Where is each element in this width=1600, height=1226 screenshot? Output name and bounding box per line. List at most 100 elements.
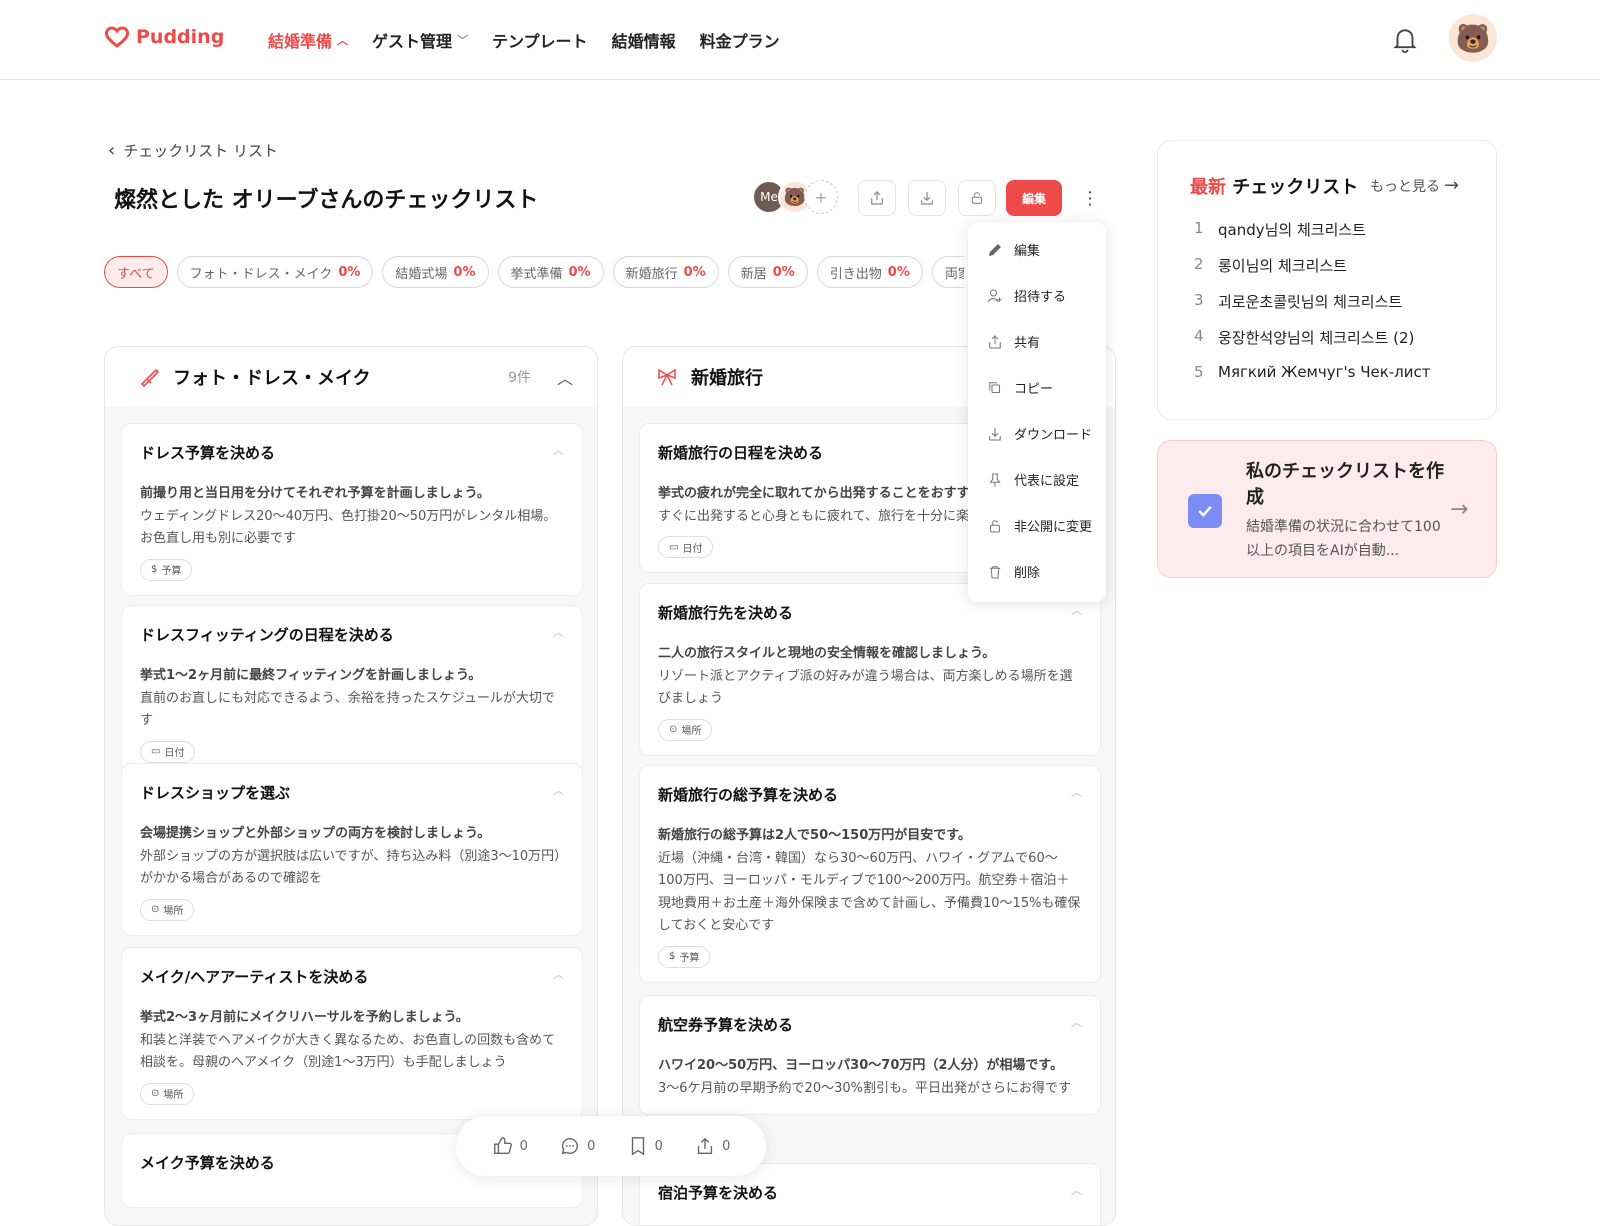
create-checklist-card[interactable]: 私のチェックリストを作成 結婚準備の状況に合わせて100以上の項目をAIが自動.… (1157, 440, 1497, 578)
page-title: 燦然とした オリーブさんのチェックリスト (114, 188, 539, 213)
add-member-button[interactable]: + (804, 180, 838, 214)
chip-label: 両家顔合わせ (944, 266, 964, 282)
checklist-card[interactable]: 航空券予算を決める ︿ ハワイ20～50万円、ヨーロッパ30～70万円（2人分）が… (639, 995, 1101, 1115)
create-card-title: 私のチェックリストを作成 (1246, 461, 1444, 508)
nav-label: テンプレート (492, 32, 588, 51)
bell-icon[interactable] (1390, 24, 1420, 54)
nav-pricing[interactable]: 料金プラン (700, 28, 780, 52)
chevron-up-icon[interactable]: ︿ (1071, 1014, 1082, 1035)
filter-chip[interactable]: 挙式準備 0% (497, 256, 604, 288)
tag-location[interactable]: ⊙ 場所 (140, 1082, 195, 1105)
bookmark-button[interactable]: 0 (627, 1135, 663, 1157)
checklist-name: 웅장한석양님의 체크리스트 (2) (1218, 329, 1415, 347)
tag-location[interactable]: ⊙ 場所 (140, 898, 195, 921)
card-title: ドレスショップを選ぶ (140, 784, 291, 802)
trash-icon (989, 565, 1001, 579)
filter-chip[interactable]: 引き出物 0% (816, 256, 923, 288)
menu-item-copy[interactable]: コピー (986, 378, 1053, 397)
checklist-card[interactable]: ドレス予算を決める ︿ 前撮り用と当日用を分けてそれぞれ予算を計画しましょう。 ウェ… (121, 423, 583, 596)
latest-item[interactable]: 4 웅장한석양님의 체크리스트 (2) (1194, 327, 1414, 348)
tag-date[interactable]: ▭ 日付 (658, 536, 714, 558)
tag-location[interactable]: ⊙ 場所 (658, 718, 713, 741)
menu-item-edit[interactable]: 編集 (986, 240, 1040, 259)
breadcrumb[interactable]: ‹ チェックリスト リスト (108, 140, 278, 161)
card-title: ドレス予算を決める (140, 444, 276, 462)
comment-icon (561, 1137, 579, 1155)
see-more-link[interactable]: もっと見る → (1370, 175, 1459, 196)
more-options-icon[interactable]: ⋮ (1080, 184, 1100, 212)
ribbon-icon (658, 368, 676, 386)
tag-label: 場所 (681, 726, 702, 737)
like-count: 0 (519, 1138, 528, 1154)
card-lead: 前撮り用と当日用を分けてそれぞれ予算を計画しましょう。 (140, 486, 490, 501)
heart-logo-icon (104, 26, 130, 48)
share-count: 0 (722, 1138, 731, 1154)
checklist-card[interactable]: 新婚旅行先を決める ︿ 二人の旅行スタイルと現地の安全情報を確認しましょう。 リゾー… (639, 583, 1101, 756)
see-more-label: もっと見る (1370, 178, 1440, 195)
menu-item-set-representative[interactable]: 代表に設定 (986, 470, 1079, 489)
latest-item[interactable]: 3 괴로운초콜릿님의 체크리스트 (1194, 291, 1402, 312)
comment-button[interactable]: 0 (559, 1135, 595, 1157)
chip-label: 引き出物 (829, 266, 882, 282)
nav-wedding-info[interactable]: 結婚情報 (612, 28, 676, 52)
calendar-icon: ▭ (669, 541, 679, 553)
filter-chip[interactable]: 両家顔合わせ (931, 256, 964, 288)
checklist-card[interactable]: ドレスフィッティングの日程を決める ︿ 挙式1～2ヶ月前に最終フィッティングを計画… (121, 605, 583, 778)
rank-number: 1 (1194, 219, 1204, 237)
lock-button[interactable] (958, 180, 996, 216)
checklist-card[interactable]: 新婚旅行の総予算を決める ︿ 新婚旅行の総予算は2人で50～150万円が目安です。… (639, 765, 1101, 983)
checklist-card[interactable]: メイク/ヘアアーティストを決める ︿ 挙式2～3ヶ月前にメイクリハーサルを予約しま… (121, 947, 583, 1120)
filter-chip-all[interactable]: すべて (104, 256, 168, 288)
like-button[interactable]: 0 (492, 1135, 528, 1157)
nav-wedding-prep[interactable]: 結婚準備 ︿ (268, 28, 348, 52)
chip-label: すべて (117, 266, 155, 282)
dollar-icon: $ (151, 564, 158, 575)
chevron-up-icon[interactable]: ︿ (553, 782, 564, 803)
tag-label: 予算 (161, 566, 182, 577)
tag-label: 場所 (163, 906, 184, 917)
tag-budget[interactable]: $ 予算 (140, 558, 193, 581)
share-count-button[interactable]: 0 (694, 1135, 730, 1157)
latest-item[interactable]: 1 qandy님의 체크리스트 (1194, 219, 1366, 240)
chevron-up-icon[interactable]: ︿ (553, 624, 564, 645)
checklist-name: Мягкий Жемчуг's Чек-лист (1218, 363, 1431, 381)
filter-chip[interactable]: 新婚旅行 0% (612, 256, 719, 288)
menu-item-download[interactable]: ダウンロード (986, 424, 1092, 443)
filter-chip[interactable]: 新居 0% (727, 256, 808, 288)
logo[interactable]: Pudding (104, 26, 224, 48)
nav-label: 結婚情報 (611, 32, 676, 51)
tag-date[interactable]: ▭ 日付 (140, 740, 196, 763)
chevron-up-icon[interactable]: ︿ (1071, 784, 1082, 805)
chevron-up-icon[interactable]: ︿ (1071, 602, 1082, 623)
edit-button[interactable]: 編集 (1006, 180, 1062, 216)
panel-title: 最新 チェックリスト (1190, 173, 1358, 199)
share-icon (989, 334, 1001, 349)
chevron-up-icon[interactable]: ︿ (553, 442, 564, 463)
checklist-name: qandy님의 체크리스트 (1218, 221, 1366, 239)
filter-chip[interactable]: 結婚式場 0% (382, 256, 489, 288)
checklist-card[interactable]: ドレスショップを選ぶ ︿ 会場提携ショップと外部ショップの両方を検討しましょう。外… (121, 763, 583, 936)
bookmark-icon (631, 1137, 644, 1156)
share-icon (698, 1137, 713, 1155)
chevron-up-icon[interactable]: ︿ (557, 365, 573, 389)
share-button[interactable] (858, 180, 896, 216)
chevron-up-icon[interactable]: ︿ (553, 966, 564, 987)
menu-item-share[interactable]: 共有 (986, 332, 1040, 351)
menu-item-make-private[interactable]: 非公開に変更 (986, 516, 1092, 535)
menu-item-delete[interactable]: 削除 (986, 562, 1040, 581)
menu-item-invite[interactable]: 招待する (986, 286, 1066, 305)
top-header: Pudding 結婚準備 ︿ ゲスト管理 ﹀ テンプレート 結婚情報 料金プラン… (0, 0, 1600, 80)
nav-guest-management[interactable]: ゲスト管理 ﹀ (372, 28, 468, 52)
filter-chip[interactable]: フォト・ドレス・メイク 0% (176, 256, 374, 288)
checklist-name: 롱이님의 체크리스트 (1218, 257, 1347, 275)
nav-templates[interactable]: テンプレート (492, 28, 588, 52)
tag-budget[interactable]: $ 予算 (658, 945, 711, 968)
latest-item[interactable]: 2 롱이님의 체크리스트 (1194, 255, 1347, 276)
download-button[interactable] (908, 180, 946, 216)
latest-item[interactable]: 5 Мягкий Жемчуг's Чек-лист (1194, 363, 1431, 381)
column-header[interactable]: フォト・ドレス・メイク 9件 ︿ (105, 347, 597, 407)
card-title: 航空券予算を決める (658, 1016, 794, 1034)
user-avatar[interactable]: 🐻 (1449, 14, 1497, 62)
menu-item-label: 削除 (1014, 566, 1041, 581)
card-title: メイク/ヘアアーティストを決める (140, 968, 369, 986)
